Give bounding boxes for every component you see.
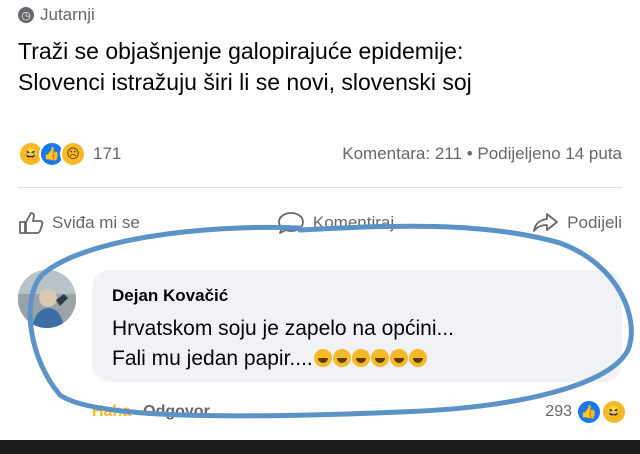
comment-line-2: Fali mu jedan papir.... (112, 344, 612, 374)
comment-meta: Haha Odgovor 293 👍 😆 (92, 399, 627, 425)
separator: • (466, 144, 473, 163)
comment-line-1: Hrvatskom soju je zapelo na općini... (112, 317, 454, 340)
shares-count[interactable]: Podijeljeno 14 puta (477, 144, 622, 163)
share-label: Podijeli (567, 213, 622, 232)
source-name: Jutarnji (40, 5, 95, 24)
divider (18, 187, 622, 188)
comments-shares: Komentara: 211 • Podijeljeno 14 puta (342, 144, 622, 164)
laughing-emoji-icon (313, 349, 332, 367)
share-button[interactable]: Podijeli (531, 211, 622, 235)
reactions-summary[interactable]: 😆 👍 ☹ 171 (18, 141, 121, 167)
like-label: Sviđa mi se (52, 213, 140, 232)
reaction-count: 171 (93, 144, 122, 163)
thumbs-up-icon (19, 212, 44, 234)
laughing-emoji-icon (370, 349, 389, 367)
haha-reaction-link[interactable]: Haha (92, 403, 131, 421)
laughing-emoji-icon (389, 349, 408, 367)
comment-bubble[interactable]: Dejan Kovačić Hrvatskom soju je zapelo n… (92, 270, 622, 382)
comment-label: Komentiraj (312, 213, 395, 232)
comment-button[interactable]: Komentiraj (277, 211, 394, 235)
comment-text: Hrvatskom soju je zapelo na općini... Fa… (112, 314, 612, 374)
like-button[interactable]: Sviđa mi se (18, 211, 140, 235)
title-line-1: Traži se objašnjenje galopirajuće epidem… (18, 38, 464, 64)
laughing-emoji-icon (351, 349, 370, 367)
comment-line-2-text: Fali mu jedan papir.... (112, 347, 313, 370)
reply-link[interactable]: Odgovor (143, 403, 210, 421)
laughing-emoji-icon (332, 349, 351, 367)
comment: Dejan Kovačić Hrvatskom soju je zapelo n… (18, 270, 628, 400)
title-line-2: Slovenci istražuju širi li se novi, slov… (18, 69, 472, 95)
bottom-bar (0, 440, 640, 454)
laughing-emoji-icon (408, 349, 427, 367)
avatar-photo-icon (18, 270, 76, 328)
share-icon (533, 213, 559, 232)
like-emoji-icon: 👍 (576, 399, 602, 425)
post-source[interactable]: ◷ Jutarnji (18, 5, 95, 25)
sad-emoji-icon: ☹ (60, 141, 86, 167)
comment-reactions[interactable]: 293 👍 😆 (545, 399, 627, 425)
comment-icon (277, 212, 304, 234)
avatar[interactable] (18, 270, 76, 328)
post-card: ◷ Jutarnji Traži se objašnjenje galopira… (0, 0, 640, 440)
comment-author[interactable]: Dejan Kovačić (112, 286, 228, 306)
clock-icon: ◷ (18, 7, 34, 23)
haha-emoji-icon: 😆 (601, 399, 627, 425)
post-actions: Sviđa mi se Komentiraj Podijeli (18, 208, 622, 238)
comment-reaction-count: 293 (545, 403, 572, 420)
post-stats: 😆 👍 ☹ 171 Komentara: 211 • Podijeljeno 1… (18, 140, 622, 168)
post-title[interactable]: Traži se objašnjenje galopirajuće epidem… (18, 36, 628, 98)
comments-count[interactable]: Komentara: 211 (342, 144, 462, 163)
